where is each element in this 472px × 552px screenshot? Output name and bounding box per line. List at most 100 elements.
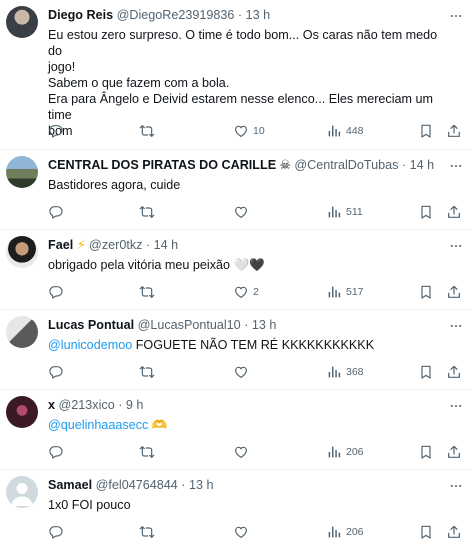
mention-link[interactable]: @lunicodemoo — [48, 338, 132, 352]
avatar[interactable] — [6, 316, 38, 348]
timestamp[interactable]: 13 h — [252, 318, 277, 332]
tweet-fael[interactable]: Fael ⚡ @zer0tkz · 14 h obrigado pela vit… — [0, 230, 472, 310]
bookmark-button[interactable] — [418, 523, 434, 541]
tweet-text: obrigado pela vitória meu peixão 🤍🖤 — [48, 257, 446, 273]
views-icon — [326, 284, 342, 300]
reply-icon — [48, 524, 64, 540]
like-button[interactable] — [233, 523, 253, 541]
avatar[interactable] — [6, 476, 38, 508]
reply-icon — [48, 444, 64, 460]
retweet-button[interactable] — [139, 443, 155, 461]
reply-button[interactable] — [48, 122, 64, 140]
tweet-central-dos-piratas[interactable]: CENTRAL DOS PIRATAS DO CARILLE ☠ @Centra… — [0, 150, 472, 230]
retweet-button[interactable] — [139, 122, 155, 140]
views-button[interactable]: 517 — [326, 283, 364, 301]
pirate-flag-icon: ☠ — [279, 158, 291, 172]
text-line: jogo! — [48, 60, 76, 74]
tweet-diego-reis[interactable]: Diego Reis @DiegoRe23919836 · 13 h Eu es… — [0, 0, 472, 150]
avatar[interactable] — [6, 236, 38, 268]
more-icon[interactable] — [448, 479, 464, 493]
retweet-button[interactable] — [139, 203, 155, 221]
tweet-header: x @213xico · 9 h — [48, 398, 144, 412]
bookmark-button[interactable] — [418, 363, 434, 381]
display-name[interactable]: x — [48, 398, 55, 412]
reply-button[interactable] — [48, 523, 64, 541]
tweet-x[interactable]: x @213xico · 9 h @quelinhaaasecc 🫶 206 — [0, 390, 472, 470]
display-name[interactable]: CENTRAL DOS PIRATAS DO CARILLE — [48, 158, 276, 172]
text-line: 1x0 FOI pouco — [48, 498, 131, 512]
handle[interactable]: @DiegoRe23919836 — [117, 8, 235, 22]
more-icon[interactable] — [448, 319, 464, 333]
text-line: @lunicodemoo FOGUETE NÃO TEM RÉ KKKKKKKK… — [48, 337, 446, 353]
more-icon[interactable] — [448, 399, 464, 413]
timestamp[interactable]: 14 h — [154, 238, 179, 252]
retweet-button[interactable] — [139, 283, 155, 301]
share-button[interactable] — [446, 122, 462, 140]
retweet-button[interactable] — [139, 523, 155, 541]
avatar[interactable] — [6, 156, 38, 188]
more-icon[interactable] — [448, 9, 464, 23]
more-icon[interactable] — [448, 159, 464, 173]
handle[interactable]: @213xico — [59, 398, 115, 412]
display-name[interactable]: Fael — [48, 238, 73, 252]
mention-link[interactable]: @quelinhaaasecc — [48, 418, 148, 432]
view-count: 206 — [346, 526, 364, 538]
handle[interactable]: @CentralDoTubas — [294, 158, 398, 172]
share-icon — [446, 524, 462, 540]
reply-button[interactable] — [48, 443, 64, 461]
tweet-lucas-pontual[interactable]: Lucas Pontual @LucasPontual10 · 13 h @lu… — [0, 310, 472, 390]
share-button[interactable] — [446, 203, 462, 221]
bookmark-icon — [418, 364, 434, 380]
share-button[interactable] — [446, 363, 462, 381]
display-name[interactable]: Diego Reis — [48, 8, 113, 22]
avatar[interactable] — [6, 6, 38, 38]
timestamp[interactable]: 14 h — [410, 158, 435, 172]
action-bar: 2 517 — [48, 283, 464, 301]
bookmark-button[interactable] — [418, 122, 434, 140]
text-line: obrigado pela vitória meu peixão 🤍🖤 — [48, 258, 265, 272]
views-button[interactable]: 368 — [326, 363, 364, 381]
display-name[interactable]: Lucas Pontual — [48, 318, 134, 332]
tweet-header: Lucas Pontual @LucasPontual10 · 13 h — [48, 318, 277, 332]
reply-button[interactable] — [48, 283, 64, 301]
views-icon — [326, 204, 342, 220]
views-button[interactable]: 206 — [326, 523, 364, 541]
reply-button[interactable] — [48, 363, 64, 381]
like-button[interactable]: 2 — [233, 283, 259, 301]
action-bar: 206 — [48, 523, 464, 541]
bookmark-button[interactable] — [418, 443, 434, 461]
timestamp[interactable]: 13 h — [246, 8, 271, 22]
like-button[interactable] — [233, 363, 253, 381]
tweet-header: Diego Reis @DiegoRe23919836 · 13 h — [48, 8, 271, 22]
bookmark-button[interactable] — [418, 283, 434, 301]
handle[interactable]: @zer0tkz — [89, 238, 142, 252]
share-button[interactable] — [446, 283, 462, 301]
avatar[interactable] — [6, 396, 38, 428]
like-button[interactable]: 10 — [233, 122, 265, 140]
reply-button[interactable] — [48, 203, 64, 221]
handle[interactable]: @LucasPontual10 — [138, 318, 241, 332]
timestamp[interactable]: 9 h — [126, 398, 144, 412]
timestamp[interactable]: 13 h — [189, 478, 214, 492]
display-name[interactable]: Samael — [48, 478, 92, 492]
like-button[interactable] — [233, 443, 253, 461]
views-button[interactable]: 206 — [326, 443, 364, 461]
more-icon[interactable] — [448, 239, 464, 253]
handle[interactable]: @fel04764844 — [96, 478, 178, 492]
views-icon — [326, 524, 342, 540]
bookmark-button[interactable] — [418, 203, 434, 221]
share-button[interactable] — [446, 523, 462, 541]
views-button[interactable]: 448 — [326, 122, 364, 140]
reply-feed: Diego Reis @DiegoRe23919836 · 13 h Eu es… — [0, 0, 472, 552]
views-icon — [326, 123, 342, 139]
tweet-text: Bastidores agora, cuide — [48, 177, 446, 193]
views-icon — [326, 364, 342, 380]
like-button[interactable] — [233, 203, 253, 221]
views-button[interactable]: 511 — [326, 203, 363, 221]
share-button[interactable] — [446, 443, 462, 461]
retweet-button[interactable] — [139, 363, 155, 381]
tweet-samael[interactable]: Samael @fel04764844 · 13 h 1x0 FOI pouco… — [0, 470, 472, 552]
retweet-icon — [139, 204, 155, 220]
action-bar: 511 — [48, 203, 464, 221]
text-line: Era para Ângelo e Deivid estarem nesse e… — [48, 92, 433, 122]
